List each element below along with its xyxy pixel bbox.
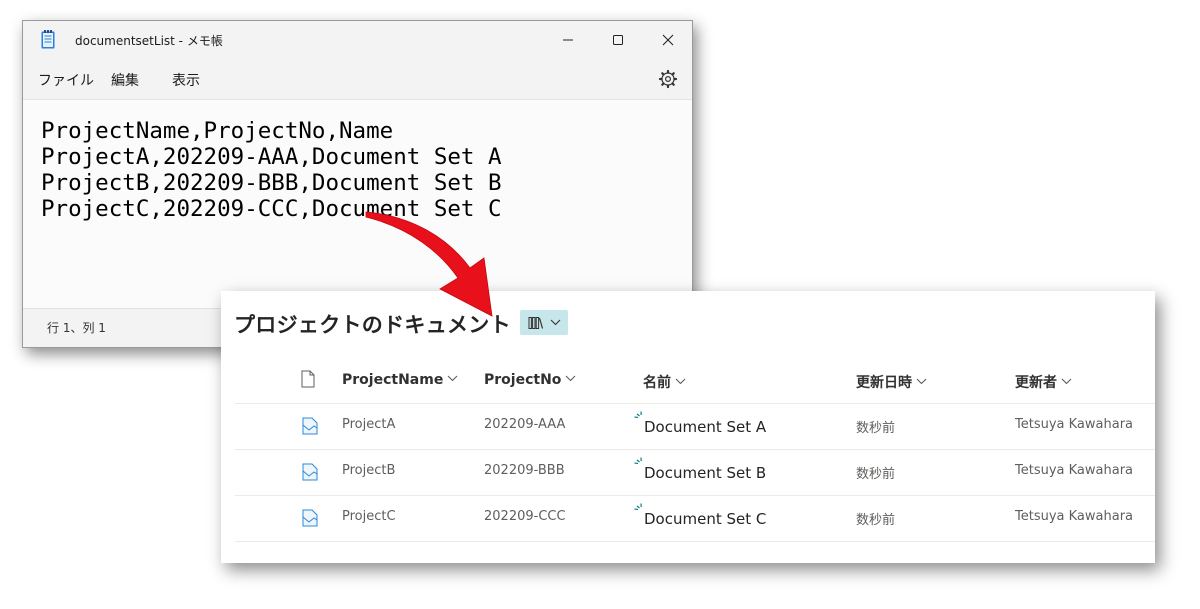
document-set-icon xyxy=(302,463,318,481)
maximize-button[interactable] xyxy=(595,25,641,55)
text-editor[interactable]: ProjectName,ProjectNo,Name ProjectA,2022… xyxy=(23,100,692,309)
menu-bar: ファイル 編集 表示 xyxy=(23,59,692,100)
cell-name-link[interactable]: Document Set B xyxy=(644,464,766,482)
title-bar[interactable]: documentsetList - メモ帳 xyxy=(23,21,692,59)
cell-modified-by[interactable]: Tetsuya Kawahara xyxy=(1015,463,1133,478)
document-set-icon xyxy=(302,509,318,527)
file-type-icon[interactable] xyxy=(301,370,315,388)
library-icon xyxy=(528,316,543,329)
cell-projectname: ProjectB xyxy=(342,463,396,478)
chevron-down-icon xyxy=(675,378,686,385)
menu-edit[interactable]: 編集 xyxy=(111,70,139,90)
notepad-app-icon xyxy=(41,30,55,49)
text-line: ProjectB,202209-BBB,Document Set B xyxy=(41,170,502,196)
menu-file[interactable]: ファイル xyxy=(38,70,94,90)
cell-projectname: ProjectC xyxy=(342,509,396,524)
column-header-row: ProjectName ProjectNo 名前 更新日時 更新者 xyxy=(235,365,1155,404)
cell-modified: 数秒前 xyxy=(856,513,896,528)
menu-view[interactable]: 表示 xyxy=(172,70,200,90)
column-header-modified[interactable]: 更新日時 xyxy=(856,372,927,392)
chevron-down-icon xyxy=(916,378,927,385)
table-row[interactable]: ProjectB 202209-BBB Document Set B 数秒前 T… xyxy=(235,450,1155,496)
cell-modified: 数秒前 xyxy=(856,467,896,482)
text-line: ProjectName,ProjectNo,Name xyxy=(41,118,394,144)
minimize-icon xyxy=(563,39,573,41)
table-row[interactable]: ProjectC 202209-CCC Document Set C 数秒前 T… xyxy=(235,496,1155,542)
cell-modified-by[interactable]: Tetsuya Kawahara xyxy=(1015,417,1133,432)
window-title: documentsetList - メモ帳 xyxy=(75,34,223,48)
column-header-name[interactable]: 名前 xyxy=(643,372,686,392)
cell-name-link[interactable]: Document Set A xyxy=(644,418,766,436)
minimize-button[interactable] xyxy=(545,25,591,55)
view-switcher-button[interactable] xyxy=(520,310,568,335)
maximize-icon xyxy=(613,35,623,45)
document-library-panel: プロジェクトのドキュメント ProjectName ProjectNo 名前 更… xyxy=(221,291,1155,563)
cell-modified: 数秒前 xyxy=(856,421,896,436)
chevron-down-icon xyxy=(566,375,576,382)
text-line: ProjectA,202209-AAA,Document Set A xyxy=(41,144,502,170)
library-title: プロジェクトのドキュメント xyxy=(234,313,511,337)
document-set-icon xyxy=(302,417,318,435)
cell-projectno: 202209-AAA xyxy=(484,417,566,432)
cell-projectno: 202209-BBB xyxy=(484,463,565,478)
table-row[interactable]: ProjectA 202209-AAA Document Set A 数秒前 T… xyxy=(235,404,1155,450)
chevron-down-icon xyxy=(1061,378,1072,385)
close-button[interactable] xyxy=(645,25,691,55)
chevron-down-icon xyxy=(550,319,560,326)
cell-projectname: ProjectA xyxy=(342,417,396,432)
text-line: ProjectC,202209-CCC,Document Set C xyxy=(41,196,502,222)
column-header-projectno[interactable]: ProjectNo xyxy=(484,372,576,388)
cursor-position: 行 1、列 1 xyxy=(47,321,106,335)
cell-modified-by[interactable]: Tetsuya Kawahara xyxy=(1015,509,1133,524)
column-header-modified-by[interactable]: 更新者 xyxy=(1015,372,1072,392)
gear-icon[interactable] xyxy=(658,69,678,89)
chevron-down-icon xyxy=(447,375,458,382)
column-header-projectname[interactable]: ProjectName xyxy=(342,372,458,388)
cell-name-link[interactable]: Document Set C xyxy=(644,510,766,528)
cell-projectno: 202209-CCC xyxy=(484,509,566,524)
close-icon xyxy=(662,34,674,46)
